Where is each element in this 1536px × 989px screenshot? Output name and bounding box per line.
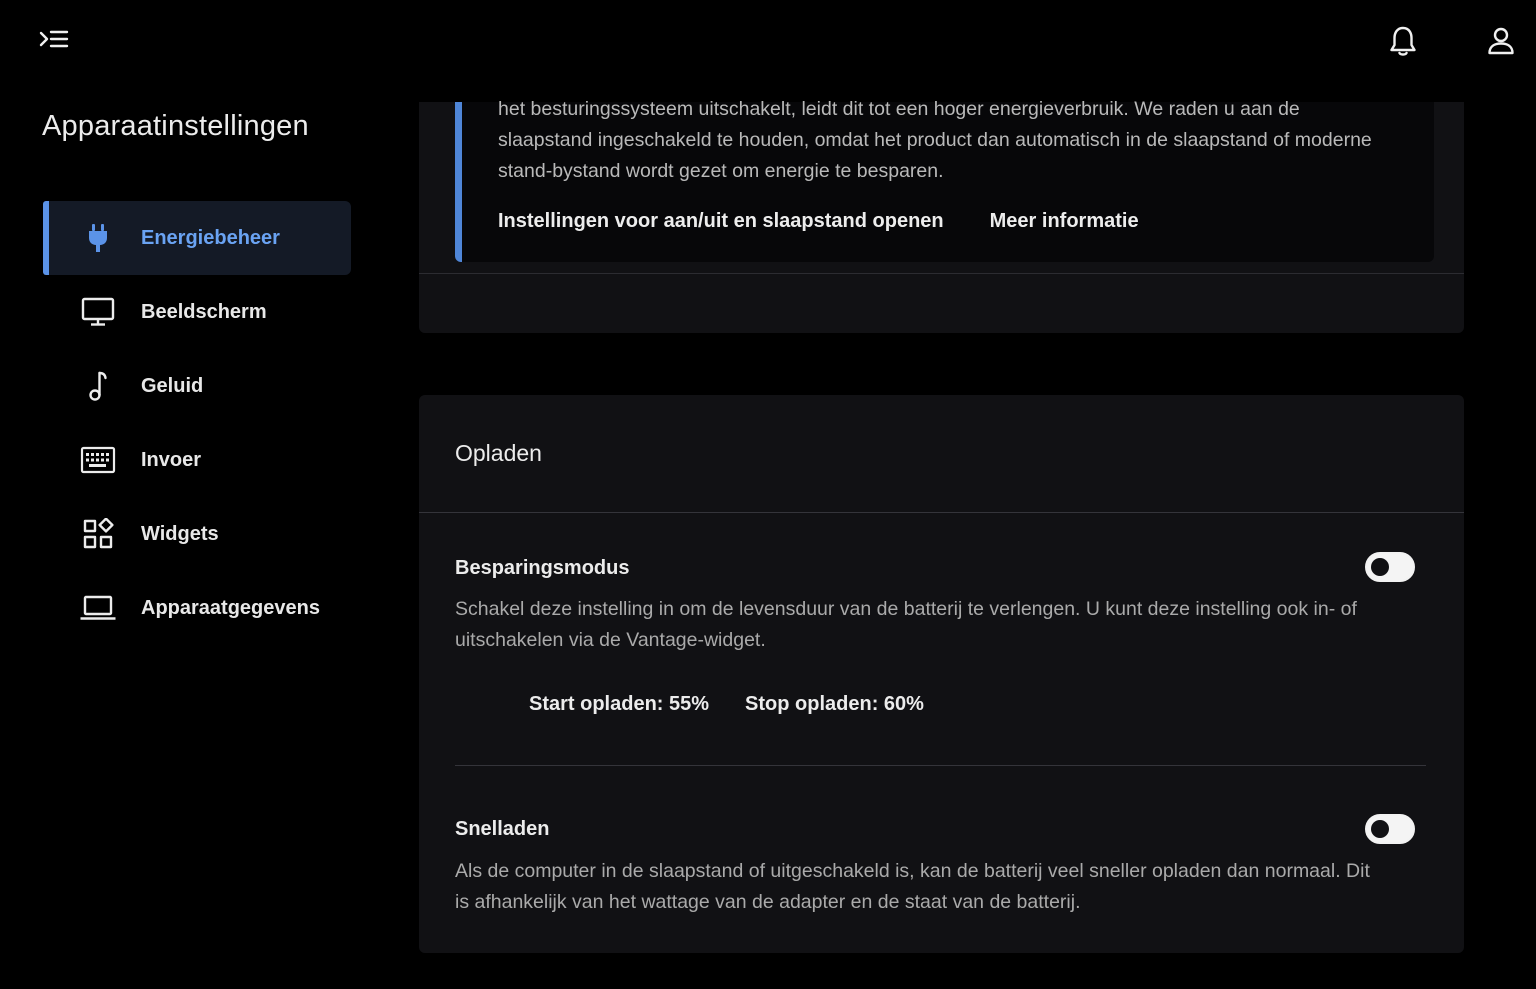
saving-mode-title: Besparingsmodus xyxy=(455,557,630,579)
sidebar-title: Apparaatinstellingen xyxy=(42,110,309,142)
sidebar-item-label: Beeldscherm xyxy=(141,300,267,323)
fast-charge-toggle[interactable] xyxy=(1365,814,1415,844)
sidebar-item-label: Apparaatgegevens xyxy=(141,596,320,619)
sidebar-item-beeldscherm[interactable]: Beeldscherm xyxy=(43,275,351,349)
charging-card: Opladen Besparingsmodus Schakel deze ins… xyxy=(419,395,1464,953)
sidebar-item-label: Energiebeheer xyxy=(141,226,280,249)
toggle-knob xyxy=(1371,820,1389,838)
power-settings-card: het besturingssysteem uitschakelt, leidt… xyxy=(419,98,1464,333)
sidebar-nav: Energiebeheer Beeldscherm Geluid Invoer … xyxy=(43,201,351,645)
power-sleep-settings-link[interactable]: Instellingen voor aan/uit en slaapstand … xyxy=(498,210,944,233)
music-note-icon xyxy=(79,367,117,405)
more-info-link[interactable]: Meer informatie xyxy=(990,210,1139,233)
sidebar-item-geluid[interactable]: Geluid xyxy=(43,349,351,423)
charge-thresholds: Start opladen: 55% Stop opladen: 60% xyxy=(529,693,924,716)
notice-text: het besturingssysteem uitschakelt, leidt… xyxy=(498,98,1372,182)
start-charging-value: Start opladen: 55% xyxy=(529,693,710,715)
stop-charging-value: Stop opladen: 60% xyxy=(745,693,924,715)
charging-title: Opladen xyxy=(455,440,542,466)
plug-icon xyxy=(79,219,117,257)
laptop-icon xyxy=(79,589,117,627)
sidebar-item-invoer[interactable]: Invoer xyxy=(43,423,351,497)
sidebar-item-label: Widgets xyxy=(141,522,219,545)
divider xyxy=(419,273,1464,274)
fast-charge-description: Als de computer in de slaapstand of uitg… xyxy=(455,860,1370,913)
toggle-knob xyxy=(1371,558,1389,576)
divider xyxy=(455,765,1426,766)
sidebar-item-label: Geluid xyxy=(141,374,204,397)
fast-charge-title: Snelladen xyxy=(455,818,550,840)
saving-mode-toggle[interactable] xyxy=(1365,552,1415,582)
widgets-icon xyxy=(79,515,117,553)
monitor-icon xyxy=(79,293,117,331)
keyboard-icon xyxy=(79,441,117,479)
app-window: Apparaatinstellingen Energiebeheer Beeld… xyxy=(0,0,1536,989)
sidebar-item-energiebeheer[interactable]: Energiebeheer xyxy=(43,201,351,275)
menu-collapse-icon[interactable] xyxy=(32,19,76,63)
bell-icon[interactable] xyxy=(1381,19,1425,63)
sidebar-item-widgets[interactable]: Widgets xyxy=(43,497,351,571)
divider xyxy=(419,512,1464,513)
sidebar-item-label: Invoer xyxy=(141,448,202,471)
saving-mode-description: Schakel deze instelling in om de levensd… xyxy=(455,598,1357,651)
user-icon[interactable] xyxy=(1479,19,1523,63)
notice-links: Instellingen voor aan/uit en slaapstand … xyxy=(498,210,1139,233)
sidebar-item-apparaatgegevens[interactable]: Apparaatgegevens xyxy=(43,571,351,645)
